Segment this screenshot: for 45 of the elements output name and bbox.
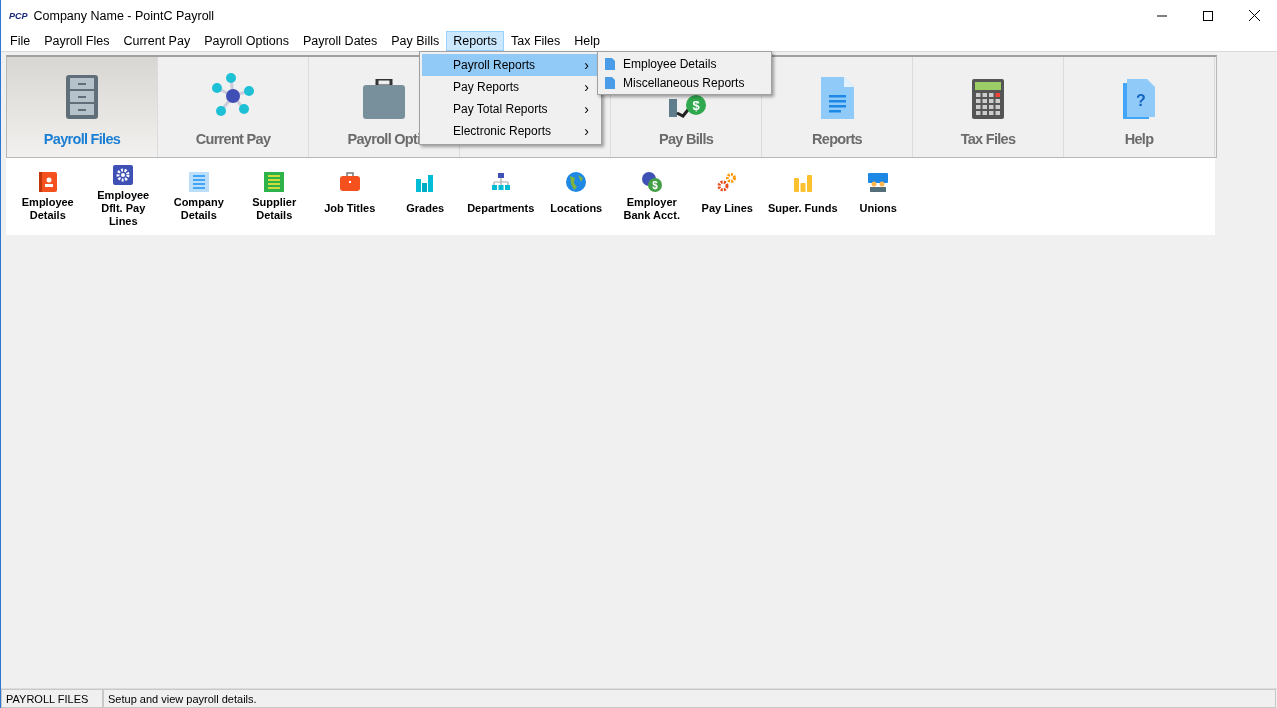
- app-logo: PCP: [9, 10, 28, 21]
- menu-item[interactable]: Payroll Fles: [37, 31, 117, 51]
- menu-item[interactable]: Tax Files: [504, 31, 568, 51]
- ribbon-tab[interactable]: Payroll Files: [7, 57, 158, 157]
- network-icon: [211, 73, 255, 119]
- calculator-icon: [972, 79, 1004, 119]
- menu-item[interactable]: Reports: [446, 31, 504, 51]
- globe-icon: [566, 171, 587, 192]
- close-icon[interactable]: [1248, 10, 1260, 21]
- toolbar-button[interactable]: Unions: [840, 171, 916, 222]
- status-message: Setup and view payroll details.: [103, 689, 1276, 708]
- toolbar-button[interactable]: Company Details: [161, 171, 237, 222]
- menu-item[interactable]: Payroll Options: [197, 31, 296, 51]
- toolbar-button[interactable]: Employee Details: [10, 171, 86, 222]
- people-icon: [868, 171, 889, 192]
- list-icon: [188, 171, 209, 192]
- maximize-icon[interactable]: [1203, 10, 1213, 21]
- briefcase-icon: [363, 79, 405, 119]
- list-icon: [264, 171, 285, 192]
- filing-cabinet-icon: [66, 75, 98, 119]
- menu-item[interactable]: Pay Bills: [384, 31, 447, 51]
- org-chart-icon: [490, 171, 511, 192]
- gears-icon: [717, 171, 738, 192]
- menu-item[interactable]: Payroll Reports ›: [422, 54, 599, 76]
- status-section: PAYROLL FILES: [1, 689, 103, 708]
- toolbar-button[interactable]: Super. Funds: [765, 171, 841, 222]
- window-title: Company Name - PointC Payroll: [33, 8, 215, 23]
- contact-book-icon: [37, 171, 58, 192]
- menu-item[interactable]: Help: [567, 31, 608, 51]
- toolbar-button[interactable]: Grades: [387, 171, 463, 222]
- document-icon: [605, 76, 615, 89]
- document-icon: [605, 57, 615, 70]
- toolbar-button[interactable]: Job Titles: [312, 171, 388, 222]
- briefcase-icon: [339, 171, 360, 192]
- toolbar-button[interactable]: Departments: [463, 171, 539, 222]
- menu-item[interactable]: Current Pay: [116, 31, 198, 51]
- menu-item[interactable]: File: [3, 31, 38, 51]
- toolbar-button[interactable]: Supplier Details: [236, 171, 312, 222]
- toolbar-button[interactable]: $ Employer Bank Acct.: [614, 171, 690, 222]
- gear-icon: [113, 165, 134, 185]
- toolbar-button[interactable]: Pay Lines: [689, 171, 765, 222]
- toolbar-button[interactable]: Employee Dflt. Pay Lines: [85, 165, 161, 228]
- menu-item[interactable]: Payroll Dates: [295, 31, 385, 51]
- document-icon: [820, 77, 854, 119]
- toolbar-button[interactable]: Locations: [538, 171, 614, 222]
